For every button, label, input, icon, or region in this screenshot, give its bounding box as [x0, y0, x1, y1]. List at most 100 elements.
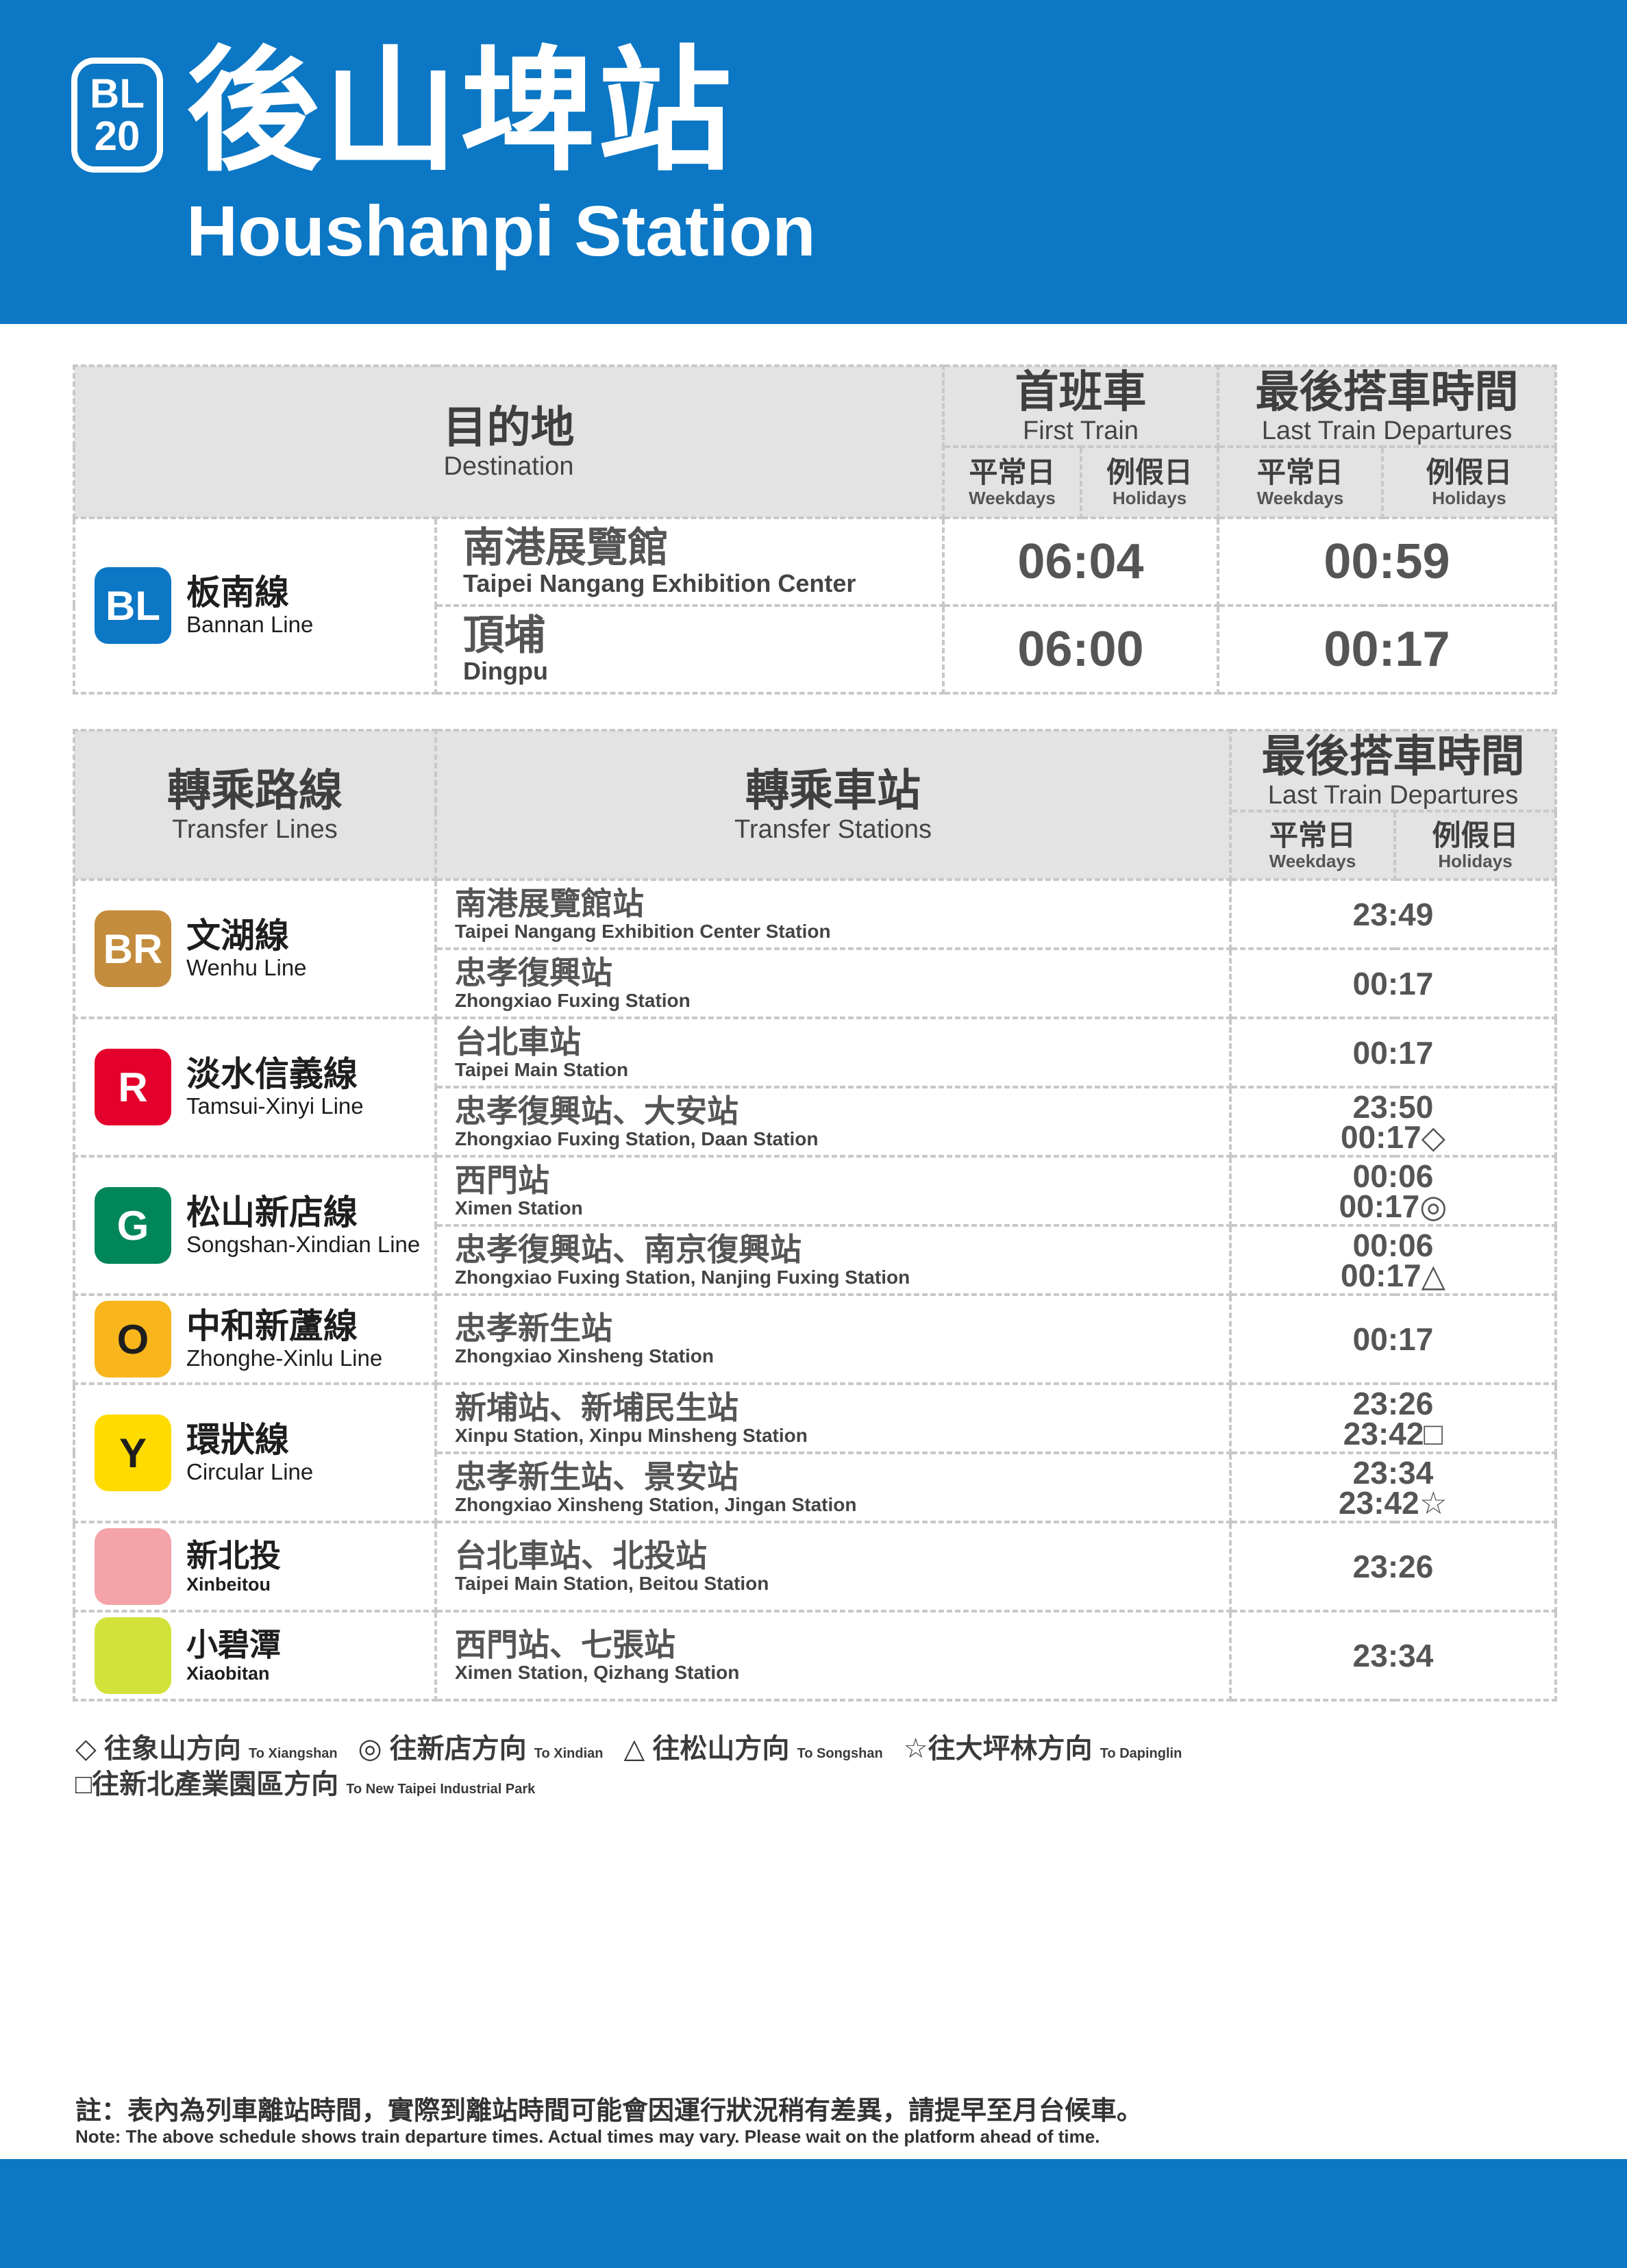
transfer-station: 忠孝新生站、景安站 Zhongxiao Xinsheng Station, Jin…	[434, 1451, 1232, 1523]
transfer-station: 台北車站、北投站 Taipei Main Station, Beitou Stat…	[434, 1521, 1232, 1612]
first-train-time: 06:00	[942, 604, 1219, 695]
transfer-station-zh: 台北車站	[455, 1023, 581, 1060]
legend-item-en: To New Taipei Industrial Park	[346, 1782, 536, 1797]
transfer-station-zh: 忠孝復興站	[455, 954, 612, 990]
first-train-time: 06:04	[942, 516, 1219, 607]
transfer-row: G 松山新店線 Songshan-Xindian Line 西門站 Ximen Stat…	[73, 1155, 1557, 1296]
station-code-number: 20	[94, 113, 140, 159]
legend-item-zh: ◇ 往象山方向	[75, 1734, 241, 1764]
transfer-last-time: 00:17	[1229, 1017, 1557, 1088]
transfer-last-time: 00:06 00:17△	[1229, 1224, 1557, 1296]
transfer-line-cell: BR 文湖線 Wenhu Line	[73, 878, 437, 1019]
transfer-station: 新埔站、新埔民生站 Xinpu Station, Xinpu Minsheng S…	[434, 1382, 1232, 1454]
schedule-table: 目的地 Destination 首班車 First Train 最後搭車時間 L…	[73, 364, 1557, 695]
line-name-en: Tamsui-Xinyi Line	[186, 1093, 364, 1119]
transfer-station-zh: 忠孝新生站、景安站	[455, 1458, 738, 1495]
transfer-station-en: Xinpu Station, Xinpu Minsheng Station	[455, 1424, 808, 1446]
transfer-station: 忠孝新生站 Zhongxiao Xinsheng Station	[434, 1293, 1232, 1385]
last-weekdays-header: 平常日 Weekdays	[1217, 445, 1384, 519]
time-value: 00:06	[1352, 1227, 1434, 1263]
time-value: 23:26	[1352, 1385, 1434, 1421]
transfer-station-zh: 忠孝復興站、南京復興站	[455, 1231, 802, 1267]
time-value: 00:17△	[1340, 1257, 1446, 1293]
first-holidays-header: 例假日 Holidays	[1080, 445, 1219, 519]
transfer-station: 台北車站 Taipei Main Station	[434, 1017, 1232, 1088]
transfer-last-time: 23:34 23:42☆	[1229, 1451, 1557, 1523]
transfer-last-time: 00:17	[1229, 1293, 1557, 1385]
transfer-station-en: Zhongxiao Fuxing Station	[455, 989, 691, 1011]
station-code-line: BL	[90, 71, 145, 116]
last-train-time: 00:17	[1217, 604, 1557, 695]
transfer-station-en: Taipei Nangang Exhibition Center Station	[455, 920, 831, 942]
line-name-zh: 新北投	[186, 1538, 281, 1573]
legend-row-2: □往新北產業園區方向 To New Taipei Industrial Park	[75, 1767, 535, 1806]
transfer-row: 新北投 Xinbeitou 台北車站、北投站 Taipei Main Station,…	[73, 1521, 1557, 1612]
time-value: 00:17	[1352, 1034, 1434, 1071]
time-value: 00:17	[1352, 965, 1434, 1001]
transfer-last-time: 23:49	[1229, 878, 1557, 950]
transfer-last-time: 23:26 23:42□	[1229, 1382, 1557, 1454]
transfer-station-zh: 忠孝復興站、大安站	[455, 1093, 738, 1129]
legend-item-zh: △ 往松山方向	[623, 1734, 790, 1764]
transfer-station-en: Taipei Main Station, Beitou Station	[455, 1573, 769, 1594]
transfer-station-zh: 南港展覽館站	[455, 885, 644, 921]
time-value: 23:42☆	[1339, 1484, 1448, 1521]
note-zh: 註：表內為列車離站時間，實際到離站時間可能會因運行狀況稍有差異，請提早至月台候車…	[75, 2097, 1143, 2126]
line-badge	[95, 1528, 171, 1605]
time-value: 23:34	[1352, 1638, 1434, 1673]
line-name-en: Zhonghe-Xinlu Line	[186, 1345, 383, 1371]
station-code-badge: BL 20	[71, 58, 163, 173]
time-value: 23:50	[1352, 1088, 1434, 1125]
transfer-row: 小碧潭 Xiaobitan 西門站、七張站 Ximen Station, Qizhan…	[73, 1610, 1557, 1702]
line-name-en: Wenhu Line	[186, 955, 307, 980]
station-header: BL 20 後山埤站 Houshanpi Station	[0, 0, 1627, 324]
transfer-station-en: Zhongxiao Fuxing Station, Daan Station	[455, 1127, 819, 1149]
transfer-row: O 中和新蘆線 Zhonghe-Xinlu Line 忠孝新生站 Zhongxiao X…	[73, 1293, 1557, 1385]
last-train-time: 00:59	[1217, 516, 1557, 607]
transfer-station-en: Zhongxiao Xinsheng Station, Jingan Stati…	[455, 1493, 857, 1515]
transfer-line-cell: 新北投 Xinbeitou	[73, 1521, 437, 1612]
transfer-station-zh: 忠孝新生站	[455, 1310, 612, 1346]
destination-header: 目的地 Destination	[73, 364, 945, 519]
line-name-en: Circular Line	[186, 1459, 314, 1484]
legend-item-en: To Xindian	[534, 1746, 604, 1761]
transfer-station-en: Zhongxiao Xinsheng Station	[455, 1345, 714, 1367]
line-badge: O	[95, 1301, 171, 1378]
legend-item-zh: □往新北產業園區方向	[75, 1769, 339, 1799]
line-badge: Y	[95, 1415, 171, 1491]
destination-row: 南港展覽館 Taipei Nangang Exhibition Center	[434, 516, 945, 607]
destination-row: 頂埔 Dingpu	[434, 604, 945, 695]
line-badge: G	[95, 1187, 171, 1264]
legend-row-1: ◇ 往象山方向 To Xiangshan ◎ 往新店方向 To Xindian △ …	[75, 1732, 1182, 1771]
legend-item-zh: ◎ 往新店方向	[358, 1734, 527, 1764]
legend-item-en: To Dapinglin	[1100, 1746, 1182, 1761]
line-name-zh: 小碧潭	[186, 1627, 281, 1662]
transfer-station: 忠孝復興站、南京復興站 Zhongxiao Fuxing Station, Nan…	[434, 1224, 1232, 1296]
transfer-holidays-header: 例假日 Holidays	[1393, 810, 1557, 881]
line-badge: BR	[95, 910, 171, 987]
transfer-line-cell: R 淡水信義線 Tamsui-Xinyi Line	[73, 1017, 437, 1158]
transfer-line-cell: 小碧潭 Xiaobitan	[73, 1610, 437, 1702]
note-en: Note: The above schedule shows train dep…	[75, 2126, 1100, 2147]
transfer-station: 西門站、七張站 Ximen Station, Qizhang Station	[434, 1610, 1232, 1702]
time-value: 23:42□	[1343, 1415, 1443, 1451]
last-train-header: 最後搭車時間 Last Train Departures	[1217, 364, 1557, 448]
station-title-en: Houshanpi Station	[186, 192, 816, 271]
transfer-row: Y 環狀線 Circular Line 新埔站、新埔民生站 Xinpu Station,…	[73, 1382, 1557, 1523]
transfer-station-en: Ximen Station	[455, 1197, 583, 1219]
time-value: 23:26	[1352, 1549, 1434, 1584]
time-value: 00:17	[1352, 1321, 1434, 1357]
transfer-station: 南港展覽館站 Taipei Nangang Exhibition Center S…	[434, 878, 1232, 950]
line-name-en: Xinbeitou	[186, 1574, 271, 1595]
line-name-zh: 文湖線	[186, 917, 289, 955]
transfer-station: 忠孝復興站 Zhongxiao Fuxing Station	[434, 947, 1232, 1019]
line-name-zh: 松山新店線	[186, 1193, 358, 1232]
line-badge	[95, 1617, 171, 1694]
transfer-line-cell: G 松山新店線 Songshan-Xindian Line	[73, 1155, 437, 1296]
transfer-station: 忠孝復興站、大安站 Zhongxiao Fuxing Station, Daan …	[434, 1086, 1232, 1158]
transfer-last-train-header: 最後搭車時間 Last Train Departures	[1229, 729, 1557, 812]
legend-item-en: To Xiangshan	[249, 1746, 338, 1761]
transfer-station-zh: 西門站、七張站	[455, 1627, 675, 1662]
transfer-row: BR 文湖線 Wenhu Line 南港展覽館站 Taipei Nangang Exhi…	[73, 878, 1557, 1019]
transfer-last-time: 23:34	[1229, 1610, 1557, 1702]
